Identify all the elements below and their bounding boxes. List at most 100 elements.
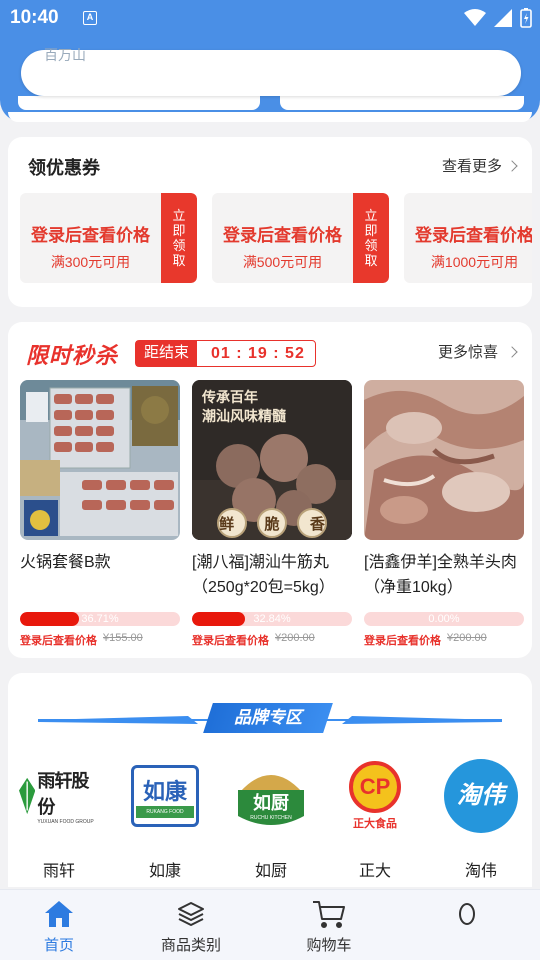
brand-item[interactable]: 雨轩股份 YUXUAN FOOD GROUP 雨轩 — [14, 759, 104, 881]
profile-icon — [412, 898, 522, 930]
price-row: 登录后查看价格 ¥155.00 — [20, 632, 180, 648]
progress-text: 32.84% — [253, 613, 291, 625]
tab-cart[interactable]: 购物车 — [274, 898, 384, 955]
tab-label: 购物车 — [306, 937, 352, 954]
flash-sale-section: 限时秒杀 距结束 01 : 19 : 52 更多惊喜 火锅套餐B款 36.71%… — [8, 322, 532, 658]
lamb-meat-image — [364, 380, 524, 540]
brand-section-title: 品牌专区 — [203, 703, 333, 733]
brand-name: 如康 — [148, 863, 181, 880]
coupon-title: 登录后查看价格 — [415, 226, 532, 245]
original-price: ¥155.00 — [103, 632, 143, 644]
search-bar[interactable] — [21, 50, 521, 96]
brand-section: 品牌专区 雨轩股份 YUXUAN FOOD GROUP 雨轩 如康 RUKANG… — [8, 673, 532, 887]
flash-sale-logo: 限时秒杀 — [26, 343, 119, 368]
image-tag: 香 — [309, 516, 325, 533]
coupon-more-label: 查看更多 — [441, 158, 502, 175]
rukang-logo: 如康 RUKANG FOOD — [131, 765, 199, 827]
countdown-label: 距结束 — [136, 341, 198, 366]
chevron-right-icon — [506, 159, 518, 172]
header-strip — [8, 112, 532, 122]
brand-logo-text: 雨轩股份 — [37, 771, 89, 817]
brand-item[interactable]: 如康 RUKANG FOOD 如康 — [120, 759, 210, 881]
coupon-claim-button[interactable]: 立即领取 — [156, 193, 197, 283]
coupon-condition: 满1000元可用 — [430, 254, 519, 270]
coupon-card[interactable]: 登录后查看价格 满1000元可用 — [404, 193, 532, 283]
price-login-hint: 登录后查看价格 — [20, 635, 97, 647]
image-caption-line: 传承百年 潮汕风味精髓 — [202, 389, 286, 424]
brand-item[interactable]: 淘伟 淘伟 — [436, 759, 526, 881]
cart-icon — [274, 898, 384, 930]
brand-logo-subtext: YUXUAN FOOD GROUP — [37, 819, 94, 825]
countdown-time: 01 : 19 : 52 — [211, 344, 305, 362]
brand-logo-text: 如康 — [142, 779, 187, 804]
flash-product-card[interactable]: [浩鑫伊羊]全熟羊头肉（净重10kg） 0.00% 登录后查看价格 ¥200.0… — [364, 380, 524, 648]
product-image[interactable] — [364, 380, 524, 540]
brand-item[interactable]: CP 正大食品 正大 — [330, 759, 420, 881]
original-price: ¥200.00 — [275, 632, 315, 644]
price-login-hint: 登录后查看价格 — [192, 635, 269, 647]
brand-logo-subtext: RUCHU KITCHEN — [250, 815, 292, 821]
coupon-condition: 满500元可用 — [242, 254, 323, 270]
status-icons — [464, 8, 532, 28]
brand-name: 如厨 — [254, 863, 287, 880]
flash-more-label: 更多惊喜 — [437, 344, 498, 361]
progress-text: 0.00% — [428, 613, 460, 625]
quick-entry-left[interactable] — [18, 96, 260, 110]
brand-logo: 如康 RUKANG FOOD — [125, 759, 205, 833]
cp-logo: CP 正大食品 — [349, 761, 401, 831]
product-image-caption: 传承百年 潮汕风味精髓 — [202, 388, 286, 426]
tab-profile[interactable] — [412, 898, 522, 934]
coupon-claim-button[interactable]: 立即领取 — [348, 193, 389, 283]
flash-more-link[interactable]: 更多惊喜 — [437, 341, 518, 362]
yuxuan-logo: 雨轩股份 YUXUAN FOOD GROUP — [19, 767, 99, 825]
brand-logo: CP 正大食品 — [335, 759, 415, 833]
brand-logo-subtext: RUKANG FOOD — [136, 806, 194, 818]
flash-product-card[interactable]: 火锅套餐B款 36.71% 登录后查看价格 ¥155.00 — [20, 380, 180, 648]
price-login-hint: 登录后查看价格 — [364, 635, 441, 647]
brand-logo-text: 淘伟 — [444, 759, 518, 833]
tab-categories[interactable]: 商品类别 — [136, 898, 246, 955]
image-tag: 脆 — [264, 516, 280, 533]
sales-progress-bar: 0.00% — [364, 612, 524, 626]
brand-section-title-text: 品牌专区 — [234, 708, 302, 727]
product-image[interactable] — [20, 380, 180, 540]
brand-item[interactable]: 如厨 RUCHU KITCHEN 如厨 — [226, 759, 316, 881]
brand-logo-text: CP — [349, 761, 401, 813]
tab-label: 商品类别 — [160, 937, 221, 954]
coupon-more-link[interactable]: 查看更多 — [441, 155, 518, 176]
status-bar: 10:40 A — [0, 0, 540, 36]
brand-name: 雨轩 — [42, 863, 75, 880]
coupon-claim-label: 立即领取 — [172, 208, 186, 268]
brand-logo: 雨轩股份 YUXUAN FOOD GROUP — [19, 759, 99, 833]
coupon-claim-label: 立即领取 — [364, 208, 378, 268]
leaf-icon — [19, 777, 36, 815]
coupon-title: 登录后查看价格 — [31, 226, 150, 245]
ruchu-logo: 如厨 RUCHU KITCHEN — [250, 789, 291, 821]
battery-icon — [520, 8, 532, 28]
coupon-section: 领优惠券 查看更多 登录后查看价格 满300元可用 立即领取 登录后查看价格 满… — [8, 137, 532, 307]
brand-logo: 如厨 RUCHU KITCHEN — [231, 759, 311, 833]
flash-product-card[interactable]: 传承百年 潮汕风味精髓 鲜 脆 香 [潮八福]潮汕牛筋丸（250g*20包=5k… — [192, 380, 352, 648]
coupon-card[interactable]: 登录后查看价格 满500元可用 立即领取 — [212, 193, 389, 283]
wifi-icon — [464, 9, 486, 26]
product-name: [浩鑫伊羊]全熟羊头肉（净重10kg） — [364, 554, 517, 596]
brand-name: 淘伟 — [464, 863, 497, 880]
price-row: 登录后查看价格 ¥200.00 — [364, 632, 524, 648]
coupon-body: 登录后查看价格 满500元可用 — [212, 193, 353, 283]
signal-icon — [494, 9, 512, 27]
product-name: 火锅套餐B款 — [20, 554, 111, 571]
brand-name: 正大 — [358, 863, 391, 880]
brand-logo-text: 如厨 — [252, 793, 289, 813]
brand-logo-subtext: 正大食品 — [353, 818, 397, 830]
coupon-condition: 满300元可用 — [50, 254, 131, 270]
price-row: 登录后查看价格 ¥200.00 — [192, 632, 352, 648]
quick-entry-right[interactable] — [280, 96, 524, 110]
product-image[interactable]: 传承百年 潮汕风味精髓 鲜 脆 香 — [192, 380, 352, 540]
tab-home[interactable]: 首页 — [4, 898, 114, 955]
chevron-right-icon — [506, 345, 518, 358]
original-price: ¥200.00 — [447, 632, 487, 644]
bottom-tab-bar: 首页 商品类别 购物车 — [0, 889, 540, 960]
coupon-card[interactable]: 登录后查看价格 满300元可用 立即领取 — [20, 193, 197, 283]
countdown-timer: 距结束 01 : 19 : 52 — [135, 340, 316, 367]
progress-text: 36.71% — [81, 613, 119, 625]
